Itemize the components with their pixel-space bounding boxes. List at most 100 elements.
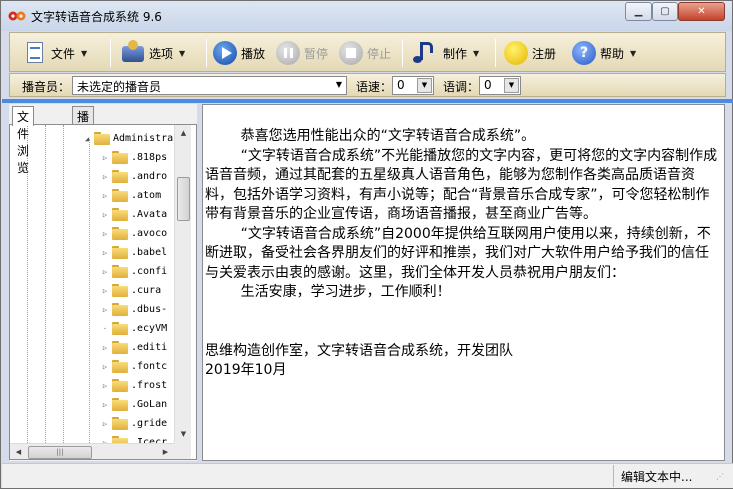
smiley-icon	[503, 40, 529, 66]
tree-item[interactable]: ▷ .dbus-	[100, 300, 167, 319]
announcer-label: 播音员：	[22, 80, 71, 94]
toolbar-separator	[495, 39, 496, 67]
tree-item[interactable]: ▷ .frost	[100, 376, 167, 395]
vertical-scrollbar[interactable]: ▲ ▼	[174, 125, 191, 443]
app-window: 文字转语音合成系统 9.6 ▁ ▢ ✕ 文件 ▼ 选项 ▼ 播放 暂停 停止 制…	[0, 0, 733, 489]
chevron-down-icon[interactable]: ▼	[417, 78, 432, 93]
register-button[interactable]: 注册	[503, 38, 556, 68]
tree-item[interactable]: ▷ .GoLan	[100, 395, 167, 414]
chevron-down-icon[interactable]: ▼	[504, 78, 519, 93]
produce-menu-button[interactable]: 制作 ▼	[413, 38, 480, 68]
options-menu-button[interactable]: 选项 ▼	[120, 38, 185, 68]
editor-paragraph: 2019年10月	[205, 362, 287, 378]
scroll-thumb[interactable]: |||	[28, 446, 92, 459]
collapse-icon[interactable]: ◢	[82, 135, 92, 143]
tree-item-label: .gride	[131, 418, 168, 429]
toolbar-separator	[402, 39, 403, 67]
tree-item[interactable]: ▷ .andro	[100, 167, 167, 186]
expand-icon[interactable]: ▷	[100, 192, 110, 200]
folder-icon	[112, 341, 128, 354]
voice-settings-bar: 播音员： 未选定的播音员 ▼ 语速： 0 ▼ 语调： 0 ▼	[9, 73, 726, 97]
editor-paragraph: 生活安康，学习进步，工作顺利！	[205, 284, 451, 300]
scroll-left-icon[interactable]: ◀	[10, 444, 27, 459]
tab-file-browser[interactable]: 文件浏览	[12, 106, 35, 175]
expand-icon[interactable]: ▷	[100, 306, 110, 314]
tree-item-label: .editi	[131, 342, 168, 353]
expand-icon[interactable]: ▷	[100, 344, 110, 352]
tree-item[interactable]: ▷ .atom	[100, 186, 161, 205]
text-editor[interactable]: 恭喜您选用性能出众的“文字转语音合成系统”。 “文字转语音合成系统”不光能播放您…	[202, 104, 725, 461]
chevron-down-icon: ▼	[335, 80, 342, 89]
speed-value: 0	[397, 78, 405, 92]
scroll-down-icon[interactable]: ▼	[175, 426, 192, 443]
tree-item[interactable]: ▷ .editi	[100, 338, 167, 357]
folder-icon	[112, 227, 128, 240]
pitch-select[interactable]: 0 ▼	[479, 76, 521, 95]
produce-label: 制作	[443, 46, 468, 61]
play-button[interactable]: 播放	[212, 38, 265, 68]
announcer-select[interactable]: 未选定的播音员 ▼	[72, 76, 347, 95]
resize-grip-icon[interactable]: ⋰	[716, 472, 728, 484]
expand-icon[interactable]: ▷	[100, 363, 110, 371]
left-panel: 文件浏览 播放列表 ◢ Administra ▷ .818ps ▷ .andro ▷ .a…	[9, 104, 197, 461]
speed-select[interactable]: 0 ▼	[392, 76, 434, 95]
maximize-button[interactable]: ▢	[652, 2, 678, 21]
tree-item[interactable]: ▷ .gride	[100, 414, 167, 433]
settings-icon	[120, 40, 146, 66]
pause-button[interactable]: 暂停	[275, 38, 328, 68]
tree-item-label: .frost	[131, 380, 168, 391]
tree-item[interactable]: · .ecyVM	[100, 319, 167, 338]
expand-icon[interactable]: ▷	[100, 211, 110, 219]
folder-icon	[112, 303, 128, 316]
tree-item[interactable]: ▷ .Avata	[100, 205, 167, 224]
tree-item[interactable]: ▷ .babel	[100, 243, 167, 262]
expand-icon[interactable]: ▷	[100, 268, 110, 276]
play-icon	[212, 40, 238, 66]
tree-item-label: .andro	[131, 171, 168, 182]
tree-item[interactable]: ▷ .cura	[100, 281, 161, 300]
scroll-right-icon[interactable]: ▶	[157, 444, 174, 459]
tree-item[interactable]: ▷ .818ps	[100, 148, 167, 167]
pause-icon	[275, 40, 301, 66]
scroll-thumb[interactable]	[177, 177, 190, 221]
tree-item-root[interactable]: ◢ Administra	[82, 129, 173, 148]
expand-icon[interactable]: ·	[100, 325, 110, 333]
horizontal-scrollbar[interactable]: ◀ ||| ▶	[10, 443, 174, 459]
editor-content[interactable]: 恭喜您选用性能出众的“文字转语音合成系统”。 “文字转语音合成系统”不光能播放您…	[205, 127, 721, 381]
help-icon: ?	[571, 40, 597, 66]
close-button[interactable]: ✕	[678, 2, 725, 21]
tree-item[interactable]: ▷ .fontc	[100, 357, 167, 376]
folder-icon	[112, 322, 128, 335]
app-logo-icon	[8, 11, 26, 21]
tab-playlist[interactable]: 播放列表	[72, 106, 95, 175]
file-menu-button[interactable]: 文件 ▼	[22, 38, 87, 68]
scroll-up-icon[interactable]: ▲	[175, 125, 192, 142]
help-menu-button[interactable]: ? 帮助 ▼	[571, 38, 636, 68]
tree-item[interactable]: ▷ .confi	[100, 262, 167, 281]
minimize-button[interactable]: ▁	[625, 2, 652, 21]
tree-item-label: Administra	[113, 133, 174, 144]
expand-icon[interactable]: ▷	[100, 230, 110, 238]
expand-icon[interactable]: ▷	[100, 420, 110, 428]
title-bar[interactable]: 文字转语音合成系统 9.6 ▁ ▢ ✕	[1, 1, 732, 31]
expand-icon[interactable]: ▷	[100, 249, 110, 257]
stop-icon	[338, 40, 364, 66]
folder-icon	[112, 189, 128, 202]
expand-icon[interactable]: ▷	[100, 154, 110, 162]
document-icon	[22, 40, 48, 66]
editor-paragraph: 恭喜您选用性能出众的“文字转语音合成系统”。	[205, 128, 536, 144]
toolbar-separator	[110, 39, 111, 67]
announcer-value: 未选定的播音员	[77, 80, 162, 94]
tree-guide-line	[45, 125, 46, 443]
expand-icon[interactable]: ▷	[100, 287, 110, 295]
tree-item-label: .avoco	[131, 228, 168, 239]
expand-icon[interactable]: ▷	[100, 173, 110, 181]
stop-button[interactable]: 停止	[338, 38, 391, 68]
expand-icon[interactable]: ▷	[100, 401, 110, 409]
tree-item-label: .Avata	[131, 209, 168, 220]
tree-item[interactable]: ▷ .avoco	[100, 224, 167, 243]
folder-icon	[112, 246, 128, 259]
expand-icon[interactable]: ▷	[100, 382, 110, 390]
chevron-down-icon: ▼	[473, 48, 480, 58]
stop-label: 停止	[367, 46, 392, 61]
